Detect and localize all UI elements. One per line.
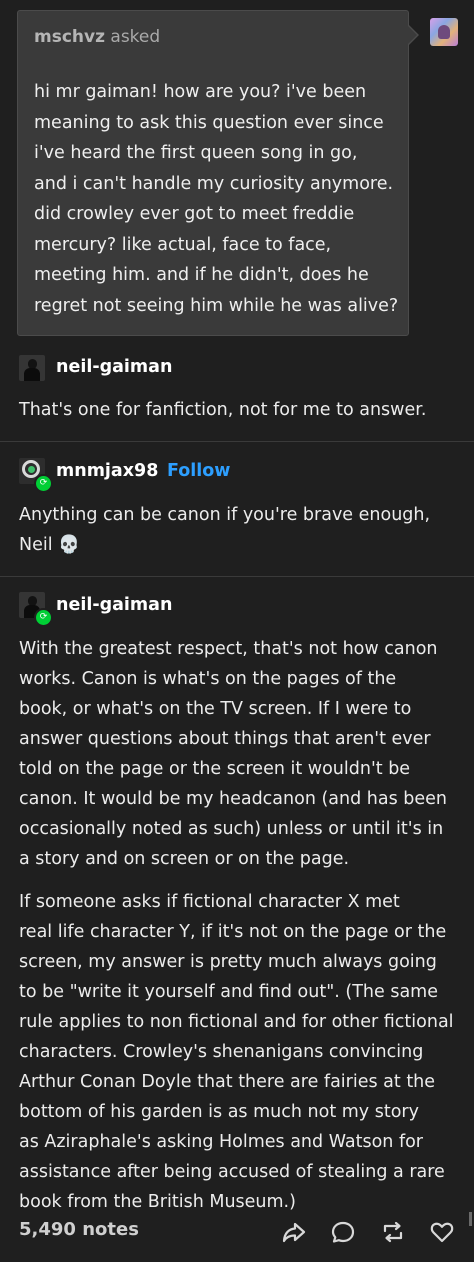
divider <box>0 576 474 577</box>
reblog1-text: Anything can be canon if you're brave en… <box>19 500 459 560</box>
asker-line: mschvz asked <box>34 27 160 47</box>
reblog2-line: If someone asks if fictional character X… <box>19 892 400 912</box>
reblog2-line: to be "write it yourself and find out". … <box>19 982 438 1002</box>
reblog2-line: screen, my answer is pretty much always … <box>19 952 437 972</box>
reblog-icon[interactable] <box>380 1219 406 1245</box>
reblog-badge-icon: ⟳ <box>34 608 53 627</box>
reblog2-line: canon. It would be my headcanon (and has… <box>19 789 448 809</box>
notes-count[interactable]: 5,490 notes <box>19 1219 139 1240</box>
ask-line: and i can't handle my curiosity anymore. <box>34 173 394 194</box>
ask-line: hi mr gaiman! how are you? i've been <box>34 82 367 102</box>
ask-bubble-pointer-fill <box>408 26 417 44</box>
reblog2-line: answer questions about things that aren'… <box>19 729 431 749</box>
answer-username[interactable]: neil-gaiman <box>56 357 172 377</box>
avatar-body <box>24 368 40 381</box>
ask-line: i've heard the first queen song in go, <box>34 143 358 163</box>
ask-bubble: mschvz asked hi mr gaiman! how are you? … <box>17 10 409 336</box>
ask-line: mercury? like actual, face to face, <box>34 234 332 255</box>
reblog2-line: as Aziraphale's asking Holmes and Watson… <box>19 1132 424 1152</box>
reblog1-line: Anything can be canon if you're brave en… <box>19 505 431 525</box>
neil-gaiman-avatar[interactable] <box>19 355 45 381</box>
reblog2-line: assistance after being accused of steali… <box>19 1162 445 1182</box>
reblog2-line: book, or what's on the TV screen. If I w… <box>19 699 412 719</box>
divider <box>0 441 474 442</box>
reblog2-line: works. Canon is what's on the pages of t… <box>19 669 397 689</box>
reblog-badge-icon: ⟳ <box>34 474 53 493</box>
avatar-core <box>28 466 35 473</box>
ask-line: meeting him. and if he didn't, does he <box>34 265 369 285</box>
ask-line: did crowley ever got to meet freddie <box>34 204 355 224</box>
reblog2-line: real life character Y, if it's not on th… <box>19 922 447 942</box>
scrollbar-handle[interactable] <box>469 1212 472 1226</box>
reblog2-line: bottom of his garden is as much not my s… <box>19 1102 419 1122</box>
ask-line: regret not seeing him while he was alive… <box>34 295 399 316</box>
asked-label: asked <box>110 27 161 47</box>
reblog2-paragraph-2: If someone asks if fictional character X… <box>19 887 459 1217</box>
reblog2-line: With the greatest respect, that's not ho… <box>19 639 438 659</box>
reblog2-line: characters. Crowley's shenanigans convin… <box>19 1042 424 1062</box>
reblog2-line: told on the page or the screen it wouldn… <box>19 759 411 779</box>
ask-line: meaning to ask this question ever since <box>34 112 384 133</box>
answer-text: That's one for fanfiction, not for me to… <box>19 400 427 420</box>
reblog2-line: occasionally noted as such) unless or un… <box>19 819 444 839</box>
like-icon[interactable] <box>429 1219 455 1245</box>
ask-question: hi mr gaiman! how are you? i've been mea… <box>34 77 404 321</box>
reblog2-line: rule applies to non fictional and for ot… <box>19 1012 454 1032</box>
share-icon[interactable] <box>281 1219 307 1245</box>
reblog1-line: Neil 💀 <box>19 535 80 555</box>
reblog1-username[interactable]: mnmjax98 <box>56 461 158 481</box>
asker-username[interactable]: mschvz <box>34 27 105 47</box>
reblog2-username[interactable]: neil-gaiman <box>56 595 172 615</box>
follow-button[interactable]: Follow <box>167 461 230 481</box>
reblog2-line: a story and on screen or on the page. <box>19 849 350 869</box>
reblog2-line: Arthur Conan Doyle that there are fairie… <box>19 1072 436 1092</box>
reblog2-line: book from the British Museum.) <box>19 1192 296 1212</box>
reblog2-paragraph-1: With the greatest respect, that's not ho… <box>19 634 459 874</box>
asker-avatar[interactable] <box>430 18 458 46</box>
reply-icon[interactable] <box>330 1219 356 1245</box>
